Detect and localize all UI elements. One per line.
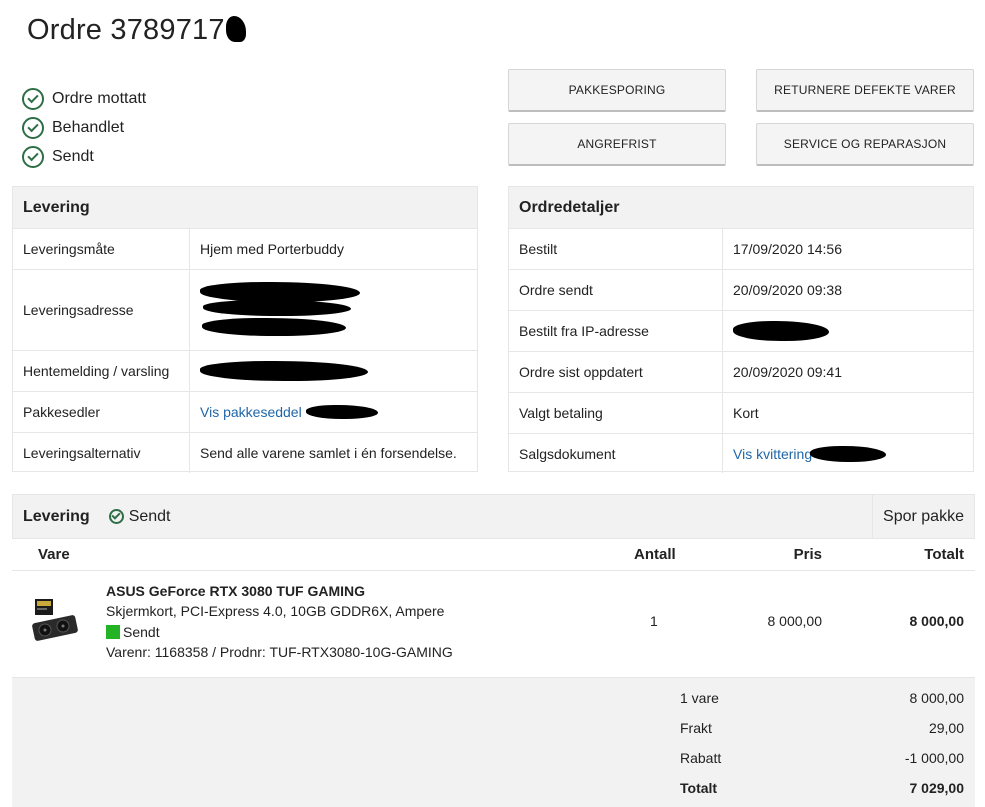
table-row: ASUS GeForce RTX 3080 TUF GAMING Skjermk…	[12, 571, 975, 678]
row-key: Leveringsadresse	[13, 270, 190, 350]
item-numbers: Varenr: 1168358 / Prodnr: TUF-RTX3080-10…	[106, 644, 453, 660]
item-qty: 1	[650, 613, 658, 629]
status-step-label: Behandlet	[52, 118, 125, 136]
redaction-mark	[225, 16, 246, 42]
summary-row: Rabatt -1 000,00	[680, 743, 964, 773]
item-total: 8 000,00	[909, 613, 965, 629]
summary-label: Frakt	[680, 720, 712, 736]
row-key: Pakkesedler	[13, 392, 190, 432]
status-step: Sendt	[22, 142, 146, 171]
status-step: Behandlet	[22, 113, 146, 142]
item-description: Skjermkort, PCI-Express 4.0, 10GB GDDR6X…	[106, 603, 445, 619]
row-key: Bestilt fra IP-adresse	[509, 311, 723, 351]
row-key: Salgsdokument	[509, 434, 723, 473]
item-status-label: Sendt	[123, 624, 160, 640]
details-row: Salgsdokument Vis kvittering	[509, 433, 973, 473]
delivery-row: Pakkesedler Vis pakkeseddel	[13, 391, 477, 432]
status-step: Ordre mottatt	[22, 84, 146, 113]
summary-value: 29,00	[928, 720, 964, 736]
status-square-icon	[106, 625, 120, 639]
status-step-label: Sendt	[52, 147, 94, 165]
product-thumbnail[interactable]	[31, 597, 79, 645]
delivery-row: Hentemelding / varsling	[13, 350, 477, 391]
row-value	[190, 351, 368, 391]
details-row: Valgt betaling Kort	[509, 392, 973, 433]
row-value	[190, 270, 360, 350]
item-status: Sendt	[106, 624, 160, 640]
status-step-label: Ordre mottatt	[52, 89, 147, 107]
summary-value: 7 029,00	[909, 780, 965, 796]
order-details-panel: Ordredetaljer Bestilt 17/09/2020 14:56 O…	[508, 186, 974, 473]
summary-value: -1 000,00	[904, 750, 964, 766]
row-value: Kort	[733, 405, 759, 421]
check-circle-icon	[22, 145, 44, 168]
redaction-mark	[305, 405, 378, 419]
row-value	[723, 311, 829, 351]
tracking-button[interactable]: PAKKESPORING	[508, 69, 726, 112]
row-value: Send alle varene samlet i én forsendelse…	[200, 445, 457, 461]
summary-label: 1 vare	[680, 690, 719, 706]
row-value: 20/09/2020 09:41	[733, 364, 842, 380]
page-title: Ordre 3789717	[27, 14, 246, 47]
track-package-button[interactable]: Spor pakke	[872, 495, 974, 538]
col-total: Totalt	[924, 546, 964, 563]
row-key: Bestilt	[509, 229, 723, 269]
col-qty: Antall	[634, 546, 676, 563]
redacted-ip	[733, 321, 829, 341]
return-defective-button[interactable]: RETURNERE DEFEKTE VARER	[756, 69, 974, 112]
col-price: Pris	[793, 546, 822, 563]
row-value: Vis kvittering	[723, 434, 887, 473]
summary-value: 8 000,00	[909, 690, 965, 706]
col-item: Vare	[38, 546, 70, 563]
row-key: Leveringsmåte	[13, 229, 190, 269]
delivery-row: Leveringsadresse	[13, 269, 477, 350]
row-value: Vis pakkeseddel	[190, 392, 378, 432]
check-circle-icon	[108, 509, 124, 524]
summary-label: Totalt	[680, 780, 718, 796]
service-repair-button[interactable]: SERVICE OG REPARASJON	[756, 123, 974, 166]
shipment-heading: Levering	[23, 507, 90, 525]
check-circle-icon	[22, 116, 44, 139]
details-row: Bestilt fra IP-adresse	[509, 310, 973, 351]
withdrawal-button[interactable]: ANGREFRIST	[508, 123, 726, 166]
row-key: Ordre sendt	[509, 270, 723, 310]
shipment-header: Levering Sendt Spor pakke	[12, 494, 975, 539]
delivery-row: Leveringsmåte Hjem med Porterbuddy	[13, 228, 477, 269]
row-value: 17/09/2020 14:56	[733, 241, 842, 257]
items-table-header: Vare Antall Pris Totalt	[12, 539, 975, 571]
delivery-heading: Levering	[13, 187, 477, 228]
summary-row: Frakt 29,00	[680, 713, 964, 743]
redaction-mark	[810, 445, 887, 462]
redacted-notification	[200, 361, 368, 381]
order-summary: 1 vare 8 000,00 Frakt 29,00 Rabatt -1 00…	[12, 678, 975, 807]
order-status-steps: Ordre mottatt Behandlet Sendt	[22, 84, 146, 171]
item-name[interactable]: ASUS GeForce RTX 3080 TUF GAMING	[106, 583, 365, 599]
details-row: Bestilt 17/09/2020 14:56	[509, 228, 973, 269]
details-row: Ordre sendt 20/09/2020 09:38	[509, 269, 973, 310]
row-value: 20/09/2020 09:38	[733, 282, 842, 298]
row-value: Hjem med Porterbuddy	[200, 241, 344, 257]
shipment-status: Sendt	[128, 507, 171, 525]
item-price: 8 000,00	[767, 613, 823, 629]
packing-slip-link[interactable]: Vis pakkeseddel	[200, 404, 302, 420]
row-key: Hentemelding / varsling	[13, 351, 190, 391]
summary-row: 1 vare 8 000,00	[680, 683, 964, 713]
order-title: Ordre 3789717	[27, 14, 225, 46]
summary-label: Rabatt	[680, 750, 722, 766]
delivery-row: Leveringsalternativ Send alle varene sam…	[13, 432, 477, 473]
details-row: Ordre sist oppdatert 20/09/2020 09:41	[509, 351, 973, 392]
row-key: Valgt betaling	[509, 393, 723, 433]
summary-total-row: Totalt 7 029,00	[680, 773, 964, 803]
delivery-panel: Levering Leveringsmåte Hjem med Porterbu…	[12, 186, 478, 473]
row-key: Leveringsalternativ	[13, 433, 190, 473]
order-details-heading: Ordredetaljer	[509, 187, 973, 228]
check-circle-icon	[22, 87, 44, 110]
row-key: Ordre sist oppdatert	[509, 352, 723, 392]
receipt-link[interactable]: Vis kvittering	[733, 446, 812, 462]
